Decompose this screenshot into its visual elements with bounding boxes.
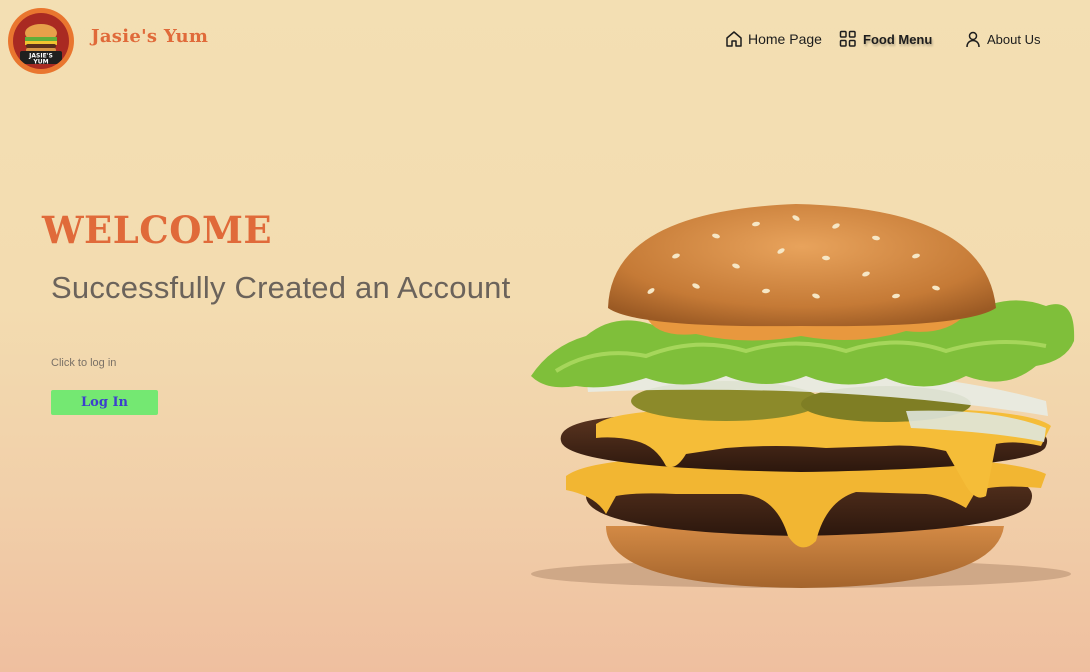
home-icon bbox=[726, 31, 742, 47]
nav-food-menu[interactable]: Food Menu bbox=[838, 28, 932, 50]
logo-text-2: YUM bbox=[32, 59, 48, 66]
nav-home[interactable]: Home Page bbox=[725, 28, 822, 50]
user-icon bbox=[966, 31, 980, 48]
login-button[interactable]: Log In bbox=[51, 390, 158, 415]
success-message: Successfully Created an Account bbox=[51, 270, 511, 305]
grid-icon bbox=[839, 30, 856, 47]
login-hint: Click to log in bbox=[51, 357, 117, 369]
logo-burger-icon: JASIE'S YUM bbox=[20, 24, 62, 66]
nav-about-label: About Us bbox=[987, 31, 1041, 47]
welcome-heading: WELCOME bbox=[42, 208, 273, 252]
nav-about[interactable]: About Us bbox=[964, 28, 1040, 50]
logo-badge: JASIE'S YUM bbox=[13, 13, 69, 69]
burger-image bbox=[531, 204, 1075, 588]
logo[interactable]: JASIE'S YUM bbox=[8, 8, 74, 74]
header: JASIE'S YUM Jasie's Yum Home Page Food M… bbox=[0, 0, 1090, 78]
nav-food-menu-label: Food Menu bbox=[863, 31, 933, 47]
brand-name[interactable]: Jasie's Yum bbox=[91, 26, 208, 47]
nav-home-label: Home Page bbox=[748, 31, 822, 47]
